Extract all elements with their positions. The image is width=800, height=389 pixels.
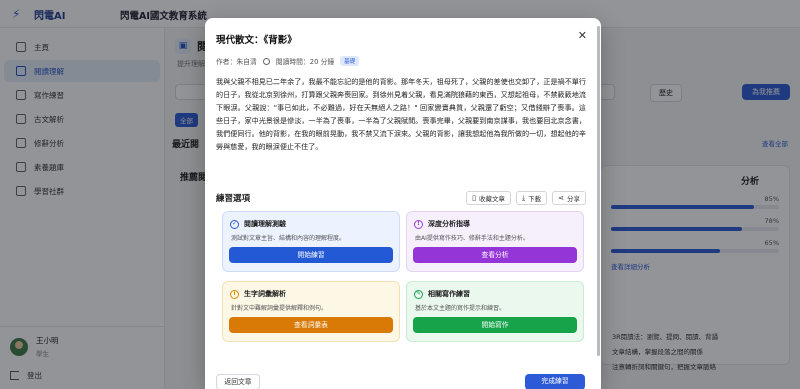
start-writing-button[interactable]: 開始寫作 xyxy=(413,317,577,333)
share-label: 分享 xyxy=(567,195,580,203)
modal-body: 現代散文：《背影》 ✕ 作者：朱自清 閱讀時間：20 分鐘 基礎 我與父親不相見… xyxy=(205,18,601,193)
practice-section-header: 練習選項 ▯ 收藏文章 ⤓ 下載 ⋖ 分享 xyxy=(216,191,586,205)
article-meta: 作者：朱自清 閱讀時間：20 分鐘 基礎 xyxy=(216,56,587,66)
card-description: 針對文中難解詞彙提供解釋和例句。 xyxy=(231,305,328,312)
modal-title: 現代散文：《背影》 xyxy=(216,35,297,46)
article-modal: 現代散文：《背影》 ✕ 作者：朱自清 閱讀時間：20 分鐘 基礎 我與父親不相見… xyxy=(205,18,601,389)
card-title: 生字詞彙解析 xyxy=(244,290,286,298)
lightbulb-icon: ! xyxy=(414,219,423,229)
card-header: ✓ 閱讀理解測驗 xyxy=(230,219,392,229)
check-circle-icon: ✓ xyxy=(230,219,239,229)
modal-footer: 返回文章 完成練習 xyxy=(205,373,601,389)
card-description: 基於本文主題的寫作提示和練習。 xyxy=(415,305,506,312)
card-title: 相關寫作練習 xyxy=(428,290,470,298)
download-icon: ⤓ xyxy=(522,193,526,202)
download-button[interactable]: ⤓ 下載 xyxy=(516,191,548,205)
article-text: 我與父親不相見已二年余了，我最不能忘記的是他的背影。那年冬天，祖母死了，父親的差… xyxy=(216,77,586,152)
info-circle-icon: i xyxy=(230,289,239,299)
favorite-button[interactable]: ▯ 收藏文章 xyxy=(466,191,512,205)
back-to-article-button[interactable]: 返回文章 xyxy=(216,374,260,389)
level-badge: 基礎 xyxy=(340,56,360,66)
practice-card-writing: ✎ 相關寫作練習 基於本文主題的寫作提示和練習。 開始寫作 xyxy=(406,281,584,342)
bookmark-icon: ▯ xyxy=(472,193,477,202)
practice-card-comprehension: ✓ 閱讀理解測驗 測試對文章主旨、結構和內容的理解程度。 開始練習 xyxy=(222,211,400,272)
edit-icon: ✎ xyxy=(414,289,423,299)
card-description: 由AI提供寫作技巧、修辭手法和主題分析。 xyxy=(415,235,529,242)
favorite-label: 收藏文章 xyxy=(479,195,506,203)
view-analysis-button[interactable]: 查看分析 xyxy=(413,247,577,263)
practice-cards: ✓ 閱讀理解測驗 測試對文章主旨、結構和內容的理解程度。 開始練習 ! 深度分析指導… xyxy=(222,211,584,342)
practice-card-analysis: ! 深度分析指導 由AI提供寫作技巧、修辭手法和主題分析。 查看分析 xyxy=(406,211,584,272)
practice-card-vocabulary: i 生字詞彙解析 針對文中難解詞彙提供解釋和例句。 查看詞彙表 xyxy=(222,281,400,342)
card-header: i 生字詞彙解析 xyxy=(230,289,392,299)
card-title: 深度分析指導 xyxy=(428,220,470,228)
practice-section-title: 練習選項 xyxy=(216,194,251,204)
scroll-thumb[interactable] xyxy=(597,26,600,356)
clock-icon xyxy=(262,57,270,65)
card-header: ✎ 相關寫作練習 xyxy=(414,289,576,299)
author: 作者：朱自清 xyxy=(216,58,257,66)
card-header: ! 深度分析指導 xyxy=(414,219,576,229)
reading-time: 閱讀時間：20 分鐘 xyxy=(275,58,335,66)
complete-practice-button[interactable]: 完成練習 xyxy=(525,374,585,389)
view-vocabulary-button[interactable]: 查看詞彙表 xyxy=(229,317,393,333)
download-label: 下載 xyxy=(528,195,542,203)
start-practice-button[interactable]: 開始練習 xyxy=(229,247,393,263)
modal-scrollbar[interactable] xyxy=(596,24,601,384)
share-button[interactable]: ⋖ 分享 xyxy=(552,191,586,205)
close-icon[interactable]: ✕ xyxy=(578,30,587,41)
card-title: 閱讀理解測驗 xyxy=(244,220,286,228)
share-icon: ⋖ xyxy=(558,193,564,202)
card-description: 測試對文章主旨、結構和內容的理解程度。 xyxy=(231,235,346,242)
